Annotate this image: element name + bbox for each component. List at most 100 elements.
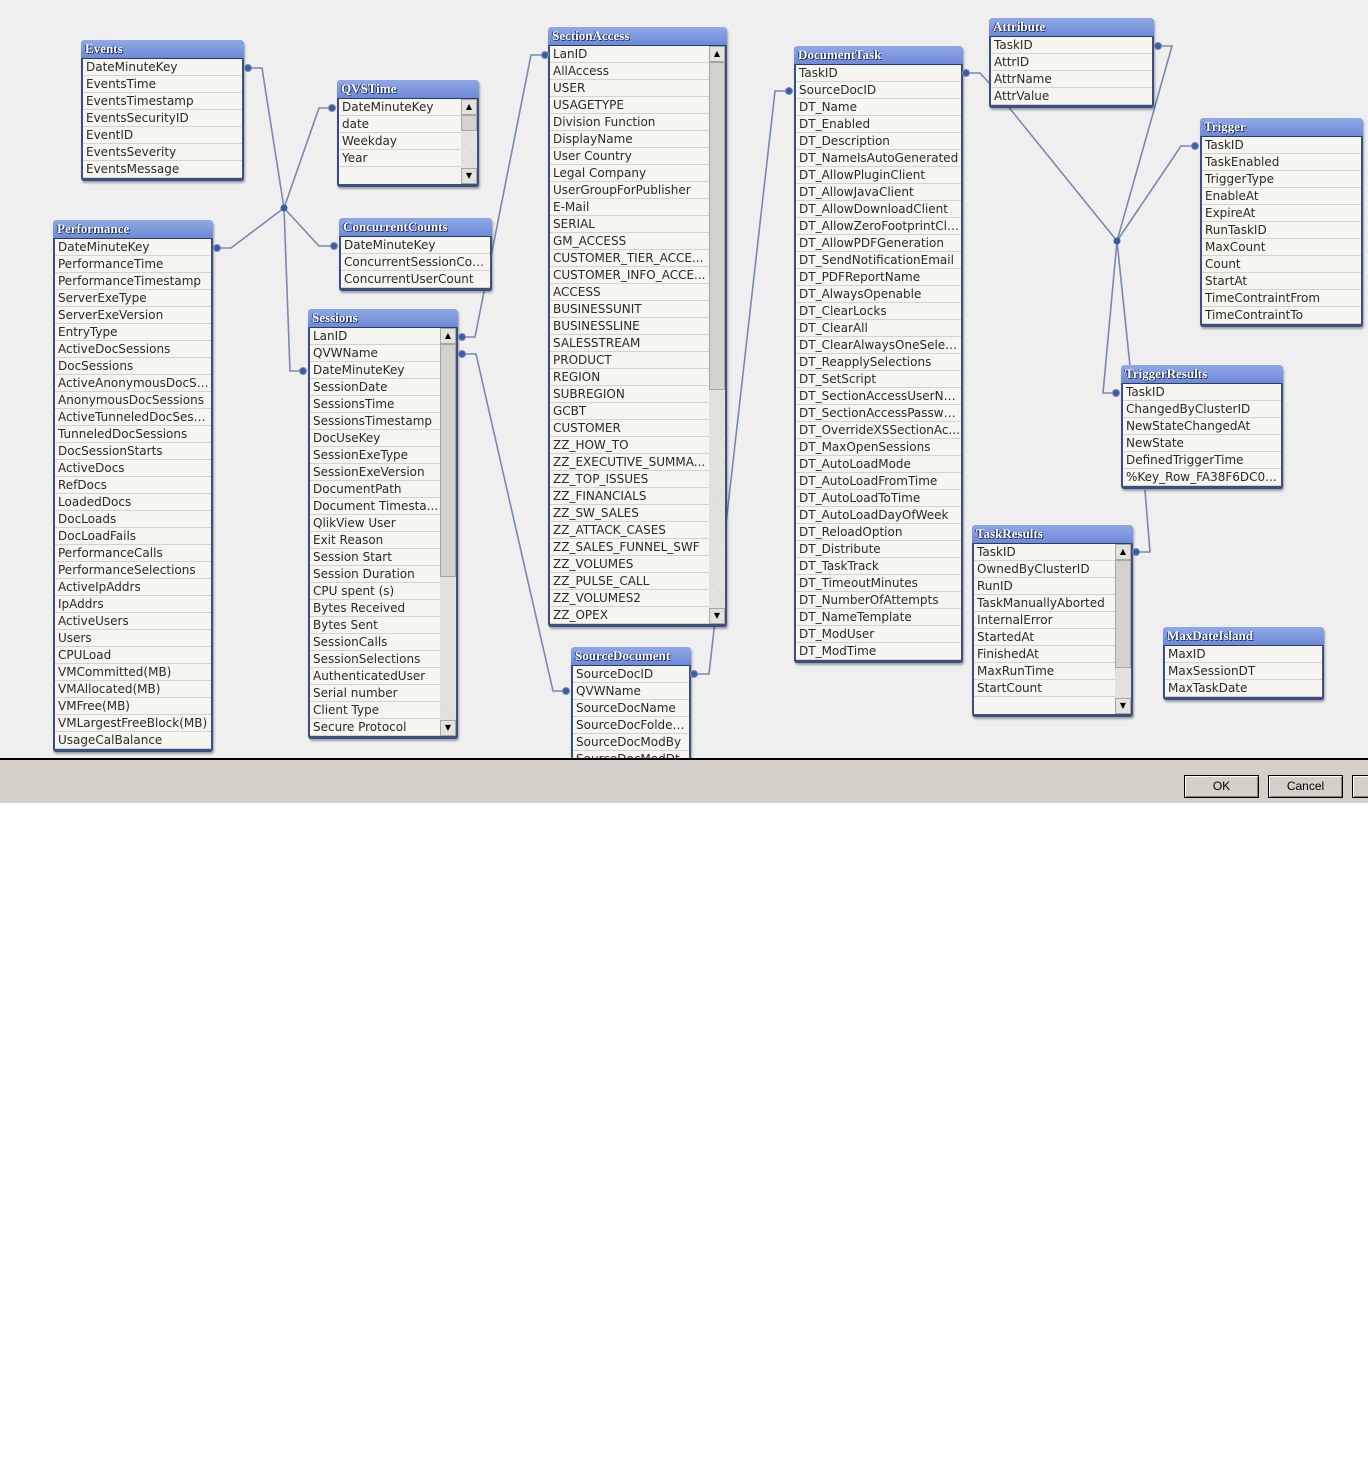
field-row[interactable]: ActiveUsers xyxy=(55,613,211,630)
field-row[interactable]: TimeContraintTo xyxy=(1202,307,1361,324)
field-row[interactable]: TaskID xyxy=(796,65,961,82)
field-row[interactable]: DT_AllowDownloadClient xyxy=(796,201,961,218)
table-sessions[interactable]: Sessions LanID QVWName DateMinuteKey Session… xyxy=(308,309,458,739)
table-title[interactable]: TriggerResults xyxy=(1121,365,1283,383)
table-title[interactable]: Trigger xyxy=(1200,118,1363,136)
field-row[interactable]: TaskID xyxy=(1123,384,1281,401)
vertical-scrollbar[interactable]: ▲ ▼ xyxy=(1115,544,1131,714)
field-row[interactable]: ZZ_ATTACK_CASES xyxy=(550,522,709,539)
vertical-scrollbar[interactable]: ▲ ▼ xyxy=(440,328,456,736)
field-row[interactable]: DateMinuteKey xyxy=(83,59,242,76)
field-row[interactable]: DT_MaxOpenSessions xyxy=(796,439,961,456)
scroll-up-icon[interactable]: ▲ xyxy=(461,99,477,115)
field-row[interactable]: ServerExeVersion xyxy=(55,307,211,324)
table-title[interactable]: SectionAccess xyxy=(548,27,727,45)
field-row[interactable]: Session Start xyxy=(310,549,440,566)
scroll-up-icon[interactable]: ▲ xyxy=(1115,544,1131,560)
ok-button[interactable]: OK xyxy=(1184,775,1259,798)
field-row[interactable]: BUSINESSLINE xyxy=(550,318,709,335)
field-row[interactable]: Weekday xyxy=(339,133,461,150)
field-row[interactable]: UsageCalBalance xyxy=(55,732,211,749)
field-row[interactable]: SourceDocName xyxy=(573,700,689,717)
table-title[interactable]: DocumentTask xyxy=(794,46,963,64)
field-row[interactable]: ConcurrentSessionCount xyxy=(341,254,490,271)
field-row[interactable]: NewStateChangedAt xyxy=(1123,418,1281,435)
field-row[interactable]: Secure Protocol xyxy=(310,719,440,736)
field-row[interactable]: TaskID xyxy=(1202,137,1361,154)
field-row[interactable]: StartCount xyxy=(974,680,1115,697)
field-row[interactable]: DT_ReapplySelections xyxy=(796,354,961,371)
field-row[interactable]: ZZ_EXECUTIVE_SUMMA... xyxy=(550,454,709,471)
table-sectionaccess[interactable]: SectionAccess LanID AllAccess USER USAGETYPE… xyxy=(548,27,727,627)
field-row[interactable]: StartAt xyxy=(1202,273,1361,290)
field-row[interactable]: InternalError xyxy=(974,612,1115,629)
field-row[interactable]: DateMinuteKey xyxy=(310,362,440,379)
field-row[interactable]: EventsSecurityID xyxy=(83,110,242,127)
field-row[interactable]: ConcurrentUserCount xyxy=(341,271,490,288)
field-row[interactable]: date xyxy=(339,116,461,133)
field-row[interactable]: AuthenticatedUser xyxy=(310,668,440,685)
field-row[interactable]: DT_ClearAll xyxy=(796,320,961,337)
field-row[interactable]: QVWName xyxy=(310,345,440,362)
field-row[interactable]: DT_AutoLoadFromTime xyxy=(796,473,961,490)
field-row[interactable]: EventsSeverity xyxy=(83,144,242,161)
field-row[interactable]: DT_PDFReportName xyxy=(796,269,961,286)
field-row[interactable]: USAGETYPE xyxy=(550,97,709,114)
field-row[interactable]: DocLoads xyxy=(55,511,211,528)
field-row[interactable]: EventID xyxy=(83,127,242,144)
field-row[interactable]: ZZ_OPEX xyxy=(550,607,709,624)
field-row[interactable]: DT_SendNotificationEmail xyxy=(796,252,961,269)
scroll-thumb[interactable] xyxy=(1115,560,1131,668)
field-row[interactable]: DocSessions xyxy=(55,358,211,375)
vertical-scrollbar[interactable]: ▲ ▼ xyxy=(461,99,477,184)
field-row[interactable]: MaxTaskDate xyxy=(1165,680,1322,697)
field-row[interactable]: DT_Name xyxy=(796,99,961,116)
field-row[interactable]: SourceDocFolderID xyxy=(573,717,689,734)
field-row[interactable]: DT_SetScript xyxy=(796,371,961,388)
field-row[interactable]: EventsMessage xyxy=(83,161,242,178)
field-row[interactable]: DT_AlwaysOpenable xyxy=(796,286,961,303)
field-row[interactable]: DateMinuteKey xyxy=(55,239,211,256)
field-row[interactable]: SourceDocModDt xyxy=(573,751,689,758)
field-row[interactable]: ChangedByClusterID xyxy=(1123,401,1281,418)
field-row[interactable]: ZZ_HOW_TO xyxy=(550,437,709,454)
field-row[interactable]: RunTaskID xyxy=(1202,222,1361,239)
field-row[interactable]: SUBREGION xyxy=(550,386,709,403)
field-row[interactable]: Exit Reason xyxy=(310,532,440,549)
field-row[interactable]: DocumentPath xyxy=(310,481,440,498)
scroll-up-icon[interactable]: ▲ xyxy=(709,46,725,62)
field-row[interactable]: AnonymousDocSessions xyxy=(55,392,211,409)
field-row[interactable]: CUSTOMER xyxy=(550,420,709,437)
field-row[interactable]: ServerExeType xyxy=(55,290,211,307)
field-row[interactable]: TunneledDocSessions xyxy=(55,426,211,443)
field-row[interactable]: ZZ_VOLUMES xyxy=(550,556,709,573)
field-row[interactable]: IpAddrs xyxy=(55,596,211,613)
field-row[interactable]: DT_NumberOfAttempts xyxy=(796,592,961,609)
field-row[interactable]: DT_NameIsAutoGenerated xyxy=(796,150,961,167)
field-row[interactable]: DT_ReloadOption xyxy=(796,524,961,541)
field-row[interactable]: SessionsTime xyxy=(310,396,440,413)
field-row[interactable]: PRODUCT xyxy=(550,352,709,369)
field-row[interactable]: ZZ_VOLUMES2 xyxy=(550,590,709,607)
field-row[interactable]: VMAllocated(MB) xyxy=(55,681,211,698)
field-row[interactable]: SessionsTimestamp xyxy=(310,413,440,430)
field-row[interactable]: ExpireAt xyxy=(1202,205,1361,222)
scroll-thumb[interactable] xyxy=(440,344,456,577)
field-row[interactable]: RefDocs xyxy=(55,477,211,494)
field-row[interactable]: DT_Distribute xyxy=(796,541,961,558)
field-row[interactable]: StartedAt xyxy=(974,629,1115,646)
table-title[interactable]: SourceDocument xyxy=(571,647,691,665)
field-row[interactable]: ZZ_TOP_ISSUES xyxy=(550,471,709,488)
field-row[interactable]: Count xyxy=(1202,256,1361,273)
field-row[interactable]: DT_AutoLoadDayOfWeek xyxy=(796,507,961,524)
field-row[interactable]: REGION xyxy=(550,369,709,386)
field-row[interactable]: MaxRunTime xyxy=(974,663,1115,680)
field-row[interactable]: Serial number xyxy=(310,685,440,702)
field-row[interactable]: GCBT xyxy=(550,403,709,420)
field-row[interactable]: PerformanceCalls xyxy=(55,545,211,562)
field-row[interactable]: Division Function xyxy=(550,114,709,131)
field-row[interactable]: QlikView User xyxy=(310,515,440,532)
field-row[interactable]: Session Duration xyxy=(310,566,440,583)
field-row[interactable]: NewState xyxy=(1123,435,1281,452)
field-row[interactable]: PerformanceTime xyxy=(55,256,211,273)
